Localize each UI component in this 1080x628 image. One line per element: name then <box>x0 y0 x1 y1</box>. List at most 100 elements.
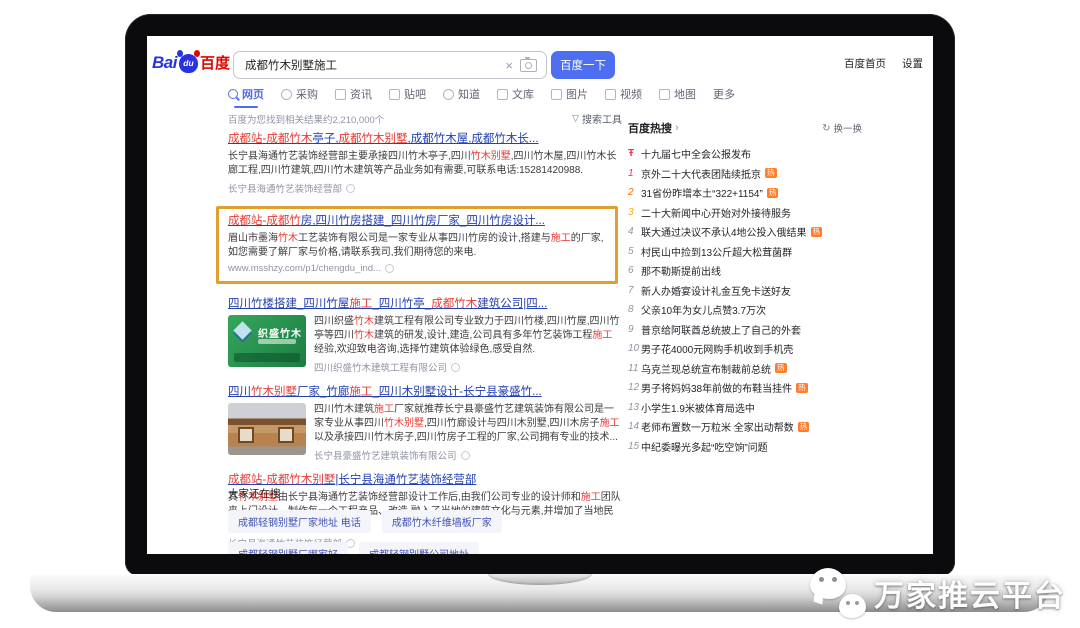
result-source[interactable]: 长宁县豪盛竹艺建筑装饰有限公司 <box>314 448 622 462</box>
result-source[interactable]: 长宁县海通竹艺装饰经营部 <box>228 181 622 195</box>
hot-badge: 热 <box>775 363 787 373</box>
result-title-link[interactable]: 成都站-成都竹木亭子,成都竹木别墅,成都竹木屋,成都竹木长... <box>228 132 622 147</box>
hot-search-item[interactable]: 12 男子将妈妈38年前做的布鞋当挂件 热 <box>628 378 862 398</box>
settings-link[interactable]: 设置 <box>902 56 923 71</box>
result-type-tab[interactable]: 视频 <box>605 86 642 108</box>
result-type-tab[interactable]: 知道 <box>443 86 480 108</box>
result-snippet: 眉山市墨海竹木工艺装饰有限公司是一家专业从事四川竹房的设计,搭建与施工的厂家,如… <box>228 232 606 260</box>
hot-search-title[interactable]: 百度热搜 › <box>628 120 679 136</box>
hot-search-item[interactable]: 8 父亲10年为女儿点赞3.7万次 <box>628 300 862 320</box>
hot-search-item[interactable]: 15 中纪委曝光多起“吃空饷”问题 <box>628 437 862 457</box>
hot-search-item[interactable]: 14 老师布置数一万粒米 全家出动帮数 热 <box>628 417 862 437</box>
hot-search-item[interactable]: 4 联大通过决议不承认4地公投入俄结果 热 <box>628 222 862 242</box>
tab-icon <box>389 89 400 100</box>
clear-icon[interactable]: × <box>498 58 520 73</box>
baidu-results-page: 百度首页 设置 Bai du 百度 × 百度一下 网页 <box>147 36 933 554</box>
hot-rank <box>628 148 641 159</box>
tab-icon <box>443 89 454 100</box>
related-chips: 成都轻钢别墅厂家地址 电话 成都竹木纤维墙板厂家 成都轻钢别墅厂哪家好 成都轻钢… <box>228 510 588 554</box>
result-type-tab[interactable]: 采购 <box>281 86 318 108</box>
result-snippet: 长宁县海通竹艺装饰经营部主要承接四川竹木亭子,四川竹木别墅,四川竹木屋,四川竹木… <box>228 150 622 178</box>
tab-icon <box>281 89 292 100</box>
refresh-label: 换一换 <box>833 121 862 135</box>
hot-item-text: 乌克兰现总统宣布制裁前总统 <box>641 361 771 376</box>
result-source[interactable]: 四川织盛竹木建筑工程有限公司 <box>314 360 622 374</box>
watermark-text: 万家推云平台 <box>874 571 1066 615</box>
result-url: www.msshzy.com/p1/chengdu_ind... <box>228 263 606 274</box>
hot-rank: 13 <box>628 402 641 413</box>
result-title-link[interactable]: 四川竹楼搭建_四川竹屋施工_四川竹亭_成都竹木建筑公司|四... <box>228 297 622 312</box>
thumb-phone-line <box>258 339 296 344</box>
result-type-tab[interactable]: 网页 <box>228 86 264 108</box>
wechat-icon <box>810 568 866 618</box>
tab-label: 贴吧 <box>404 86 426 102</box>
hot-rank: 15 <box>628 441 641 452</box>
hot-badge: 热 <box>765 168 777 178</box>
hot-item-text: 新人办婚宴设计礼金互免卡送好友 <box>641 283 791 298</box>
hot-item-text: 31省份昨增本土“322+1154” <box>641 185 763 200</box>
result-thumbnail[interactable]: 织盛竹木 <box>228 315 306 367</box>
hot-search-item[interactable]: 十九届七中全会公报发布 <box>628 144 862 164</box>
search-box[interactable]: × <box>233 51 547 79</box>
stats-line: 百度为您找到相关结果约2,210,000个 ▽ 搜索工具 <box>228 111 622 126</box>
result-title-link[interactable]: 四川竹木别墅厂家_竹廊施工_四川木别墅设计-长宁县豪盛竹... <box>228 385 622 400</box>
hot-search-item[interactable]: 7 新人办婚宴设计礼金互免卡送好友 <box>628 281 862 301</box>
related-chip[interactable]: 成都轻钢别墅厂家地址 电话 <box>228 510 371 533</box>
result-type-tab[interactable]: 图片 <box>551 86 588 108</box>
baidu-paw-icon: du <box>179 54 198 73</box>
hot-item-text: 二十大新闻中心开始对外接待服务 <box>641 205 791 220</box>
result-type-tab[interactable]: 资讯 <box>335 86 372 108</box>
logo-bai-text: Bai <box>152 53 177 73</box>
tab-icon <box>605 89 616 100</box>
refresh-icon: ↻ <box>822 123 830 134</box>
hot-rank: 5 <box>628 246 641 257</box>
result-title-link[interactable]: 成都站-成都竹房,四川竹房搭建_四川竹房厂家_四川竹房设计... <box>228 214 606 229</box>
search-button[interactable]: 百度一下 <box>551 51 615 79</box>
url-badge-icon <box>385 264 394 273</box>
hot-item-text: 普京给阿联酋总统披上了自己的外套 <box>641 322 801 337</box>
hot-search-item[interactable]: 3 二十大新闻中心开始对外接待服务 <box>628 203 862 223</box>
hot-item-text: 老师布置数一万粒米 全家出动帮数 <box>641 419 794 434</box>
hot-search-item[interactable]: 13 小学生1.9米被体育局选中 <box>628 398 862 418</box>
hot-item-text: 男子将妈妈38年前做的布鞋当挂件 <box>641 380 792 395</box>
result-thumbnail[interactable] <box>228 403 306 455</box>
tab-icon <box>497 89 508 100</box>
tab-icon <box>335 89 346 100</box>
top-links: 百度首页 设置 <box>844 56 923 71</box>
result-type-tab[interactable]: 文库 <box>497 86 534 108</box>
home-link[interactable]: 百度首页 <box>844 56 886 71</box>
search-input[interactable] <box>243 58 498 72</box>
hot-rank: 7 <box>628 285 641 296</box>
hot-rank: 1 <box>628 168 641 179</box>
hot-refresh-button[interactable]: ↻ 换一换 <box>822 121 862 135</box>
funnel-icon: ▽ <box>572 113 579 124</box>
related-chip[interactable]: 成都轻钢别墅厂哪家好 <box>228 542 348 554</box>
result-type-tab[interactable]: 地图 <box>659 86 696 108</box>
result-type-tab[interactable]: 贴吧 <box>389 86 426 108</box>
hot-search-item[interactable]: 5 村民山中捡到13公斤超大松茸菌群 <box>628 242 862 262</box>
hot-rank: 2 <box>628 187 641 198</box>
related-searches: 大家还在搜 成都轻钢别墅厂家地址 电话 成都竹木纤维墙板厂家 成都轻钢别墅厂哪家… <box>228 486 628 554</box>
related-title: 大家还在搜 <box>228 486 628 501</box>
search-tools[interactable]: ▽ 搜索工具 <box>572 111 622 126</box>
related-chip[interactable]: 成都轻钢别墅公司地址 <box>359 542 479 554</box>
hot-search-list: 十九届七中全会公报发布 1 京外二十大代表团陆续抵京 热 2 31省份昨增本土“… <box>628 144 862 456</box>
camera-icon[interactable] <box>520 59 537 72</box>
hot-search-item[interactable]: 2 31省份昨增本土“322+1154” 热 <box>628 183 862 203</box>
hot-search-item[interactable]: 1 京外二十大代表团陆续抵京 热 <box>628 164 862 184</box>
tab-label: 知道 <box>458 86 480 102</box>
hot-search-item[interactable]: 11 乌克兰现总统宣布制裁前总统 热 <box>628 359 862 379</box>
hot-rank: 3 <box>628 207 641 218</box>
hot-rank: 12 <box>628 382 641 393</box>
hot-search-item[interactable]: 6 那不勒斯提前出线 <box>628 261 862 281</box>
baidu-logo[interactable]: Bai du 百度 <box>152 52 230 73</box>
tab-label: 更多 <box>713 86 735 102</box>
hot-search-item[interactable]: 10 男子花4000元网购手机收到手机壳 <box>628 339 862 359</box>
related-chip[interactable]: 成都竹木纤维墙板厂家 <box>382 510 502 533</box>
tab-label: 图片 <box>566 86 588 102</box>
hot-search-item[interactable]: 9 普京给阿联酋总统披上了自己的外套 <box>628 320 862 340</box>
source-badge-icon <box>346 184 355 193</box>
result-type-tab[interactable]: 更多 <box>713 86 735 108</box>
hot-item-text: 村民山中捡到13公斤超大松茸菌群 <box>641 244 792 259</box>
hot-rank: 8 <box>628 304 641 315</box>
